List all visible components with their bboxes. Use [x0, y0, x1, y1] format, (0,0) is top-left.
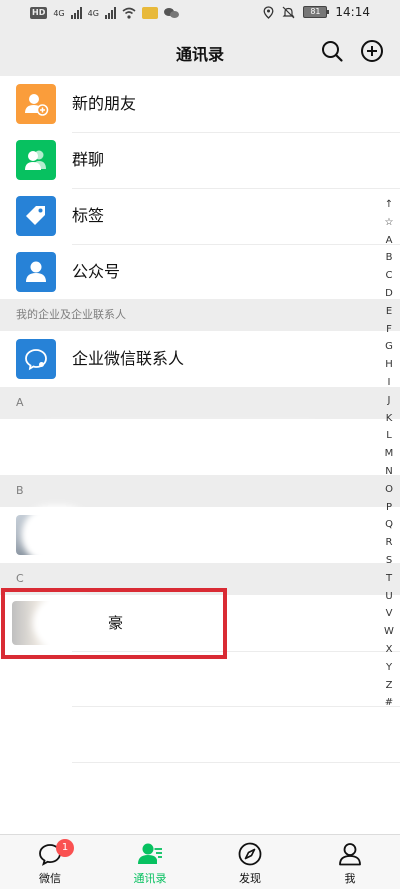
tab-bar: 1 微信 通讯录 发现 我	[0, 834, 400, 889]
compass-icon	[238, 842, 262, 866]
index-letter[interactable]: W	[384, 623, 394, 641]
wechat-status-icon	[163, 7, 180, 19]
section-header-b: B	[0, 475, 400, 507]
signal-icon-2	[104, 7, 116, 19]
location-icon	[263, 5, 274, 19]
index-letter[interactable]: S	[386, 552, 392, 570]
signal-icon	[70, 7, 82, 19]
index-letter[interactable]: Y	[386, 659, 392, 677]
menu-item-enterprise-contacts[interactable]: 企业微信联系人	[0, 331, 400, 387]
contacts-icon	[138, 843, 162, 864]
index-letter[interactable]: P	[386, 499, 392, 517]
index-letter[interactable]: H	[385, 356, 393, 374]
menu-item-label: 群聊	[72, 150, 105, 169]
index-letter[interactable]: Q	[385, 516, 393, 534]
menu-item-group-chats[interactable]: 群聊	[0, 132, 400, 188]
index-letter[interactable]: U	[385, 588, 392, 606]
index-letter[interactable]: N	[385, 463, 392, 481]
index-letter[interactable]: L	[386, 427, 392, 445]
menu-item-official-accounts[interactable]: 公众号	[0, 244, 400, 300]
official-account-icon	[16, 252, 56, 292]
hd-badge: HD	[30, 7, 48, 19]
unread-badge: 1	[56, 839, 74, 857]
mute-icon	[282, 6, 295, 18]
index-letter[interactable]: T	[386, 570, 392, 588]
section-header-enterprise: 我的企业及企业联系人	[0, 299, 400, 331]
tab-label: 我	[344, 872, 356, 885]
me-icon	[339, 843, 361, 866]
status-bar-left: HD 4G 4G	[30, 7, 180, 19]
index-letter[interactable]: J	[388, 392, 391, 410]
index-letter[interactable]: #	[385, 694, 393, 712]
header: 通讯录	[0, 28, 400, 76]
status-bar: HD 4G 4G 81 14:14	[0, 0, 400, 28]
divider	[72, 706, 400, 707]
index-letter[interactable]: K	[386, 410, 393, 428]
battery-icon: 81	[303, 6, 330, 18]
index-letter[interactable]: O	[385, 481, 393, 499]
redacted-content	[22, 507, 92, 563]
tab-discover[interactable]: 发现	[200, 835, 300, 889]
index-letter[interactable]: ↑	[385, 196, 393, 214]
redacted-content	[30, 425, 330, 469]
add-icon[interactable]	[359, 38, 385, 64]
index-letter[interactable]: Z	[386, 677, 393, 695]
index-letter[interactable]: B	[386, 249, 393, 267]
tab-me[interactable]: 我	[300, 835, 400, 889]
network-badge-1: 4G	[53, 8, 65, 18]
index-letter[interactable]: E	[386, 303, 392, 321]
tab-chats[interactable]: 1 微信	[0, 835, 100, 889]
index-letter[interactable]: A	[386, 232, 393, 250]
contact-row-b[interactable]	[0, 507, 400, 563]
contact-row-a[interactable]	[0, 419, 400, 475]
status-bar-right: 81 14:14	[263, 5, 370, 19]
index-letter[interactable]: F	[386, 321, 392, 339]
menu-item-tags[interactable]: 标签	[0, 188, 400, 244]
contacts-menu: 新的朋友 群聊 标签 公众号	[0, 76, 400, 300]
index-letter[interactable]: G	[385, 338, 393, 356]
menu-item-label: 标签	[72, 206, 105, 225]
index-letter[interactable]: ☆	[385, 214, 394, 232]
index-letter[interactable]: V	[386, 605, 393, 623]
section-header-a: A	[0, 387, 400, 419]
divider	[72, 762, 400, 763]
tab-label: 发现	[239, 872, 261, 885]
notification-app-icon	[141, 7, 158, 19]
highlight-annotation	[1, 588, 227, 659]
clock: 14:14	[335, 5, 370, 19]
add-friend-icon	[16, 84, 56, 124]
index-letter[interactable]: X	[386, 641, 393, 659]
index-letter[interactable]: M	[385, 445, 394, 463]
index-letter[interactable]: C	[386, 267, 393, 285]
index-letter[interactable]: D	[385, 285, 393, 303]
menu-item-label: 公众号	[72, 262, 121, 281]
contact-list-remaining	[0, 651, 400, 834]
tab-contacts[interactable]: 通讯录	[100, 835, 200, 889]
network-badge-2: 4G	[87, 8, 99, 18]
menu-item-new-friends[interactable]: 新的朋友	[0, 76, 400, 132]
tab-label: 微信	[39, 872, 61, 885]
alphabet-index[interactable]: ↑ ☆ A B C D E F G H I J K L M N O P Q R S T U V W X Y Z #	[378, 196, 400, 712]
menu-item-label: 新的朋友	[72, 94, 137, 113]
index-letter[interactable]: I	[388, 374, 391, 392]
group-chat-icon	[16, 140, 56, 180]
index-letter[interactable]: R	[386, 534, 393, 552]
menu-item-label: 企业微信联系人	[72, 349, 185, 368]
tag-icon	[16, 196, 56, 236]
wifi-icon	[122, 7, 136, 19]
tab-label: 通讯录	[133, 872, 167, 885]
enterprise-wechat-icon	[16, 339, 56, 379]
search-icon[interactable]	[319, 38, 345, 64]
